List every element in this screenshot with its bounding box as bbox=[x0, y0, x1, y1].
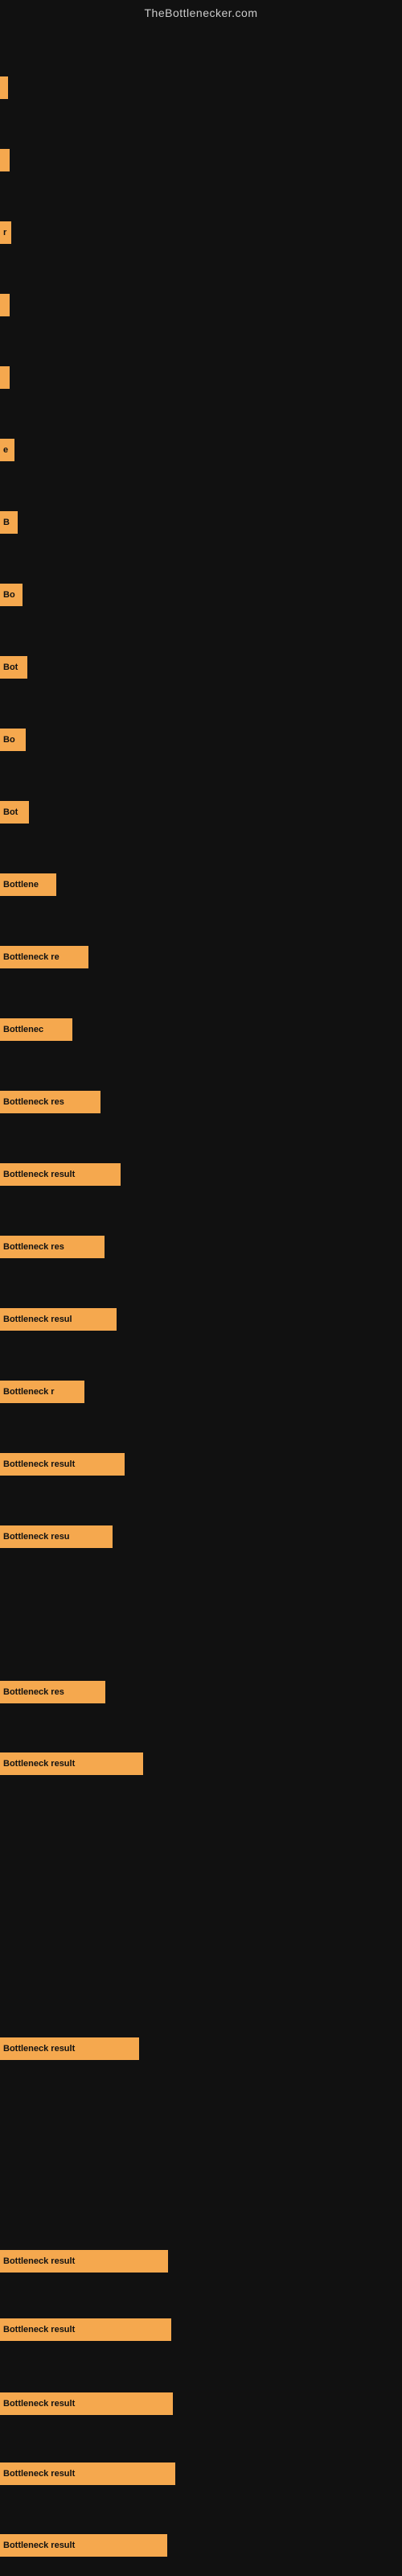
bar-fill-5 bbox=[0, 366, 10, 389]
bar-fill-11: Bot bbox=[0, 801, 29, 824]
bar-fill-27: Bottleneck result bbox=[0, 2392, 173, 2415]
bar-label-28: Bottleneck result bbox=[3, 2469, 75, 2479]
bar-label-13: Bottleneck re bbox=[3, 952, 59, 962]
bar-label-9: Bot bbox=[3, 663, 18, 672]
bar-fill-8: Bo bbox=[0, 584, 23, 606]
bar-label-25: Bottleneck result bbox=[3, 2256, 75, 2266]
bar-label-22: Bottleneck res bbox=[3, 1687, 64, 1697]
bar-label-19: Bottleneck r bbox=[3, 1387, 55, 1397]
bar-fill-13: Bottleneck re bbox=[0, 946, 88, 968]
bar-item-1 bbox=[0, 76, 8, 99]
bar-label-20: Bottleneck result bbox=[3, 1459, 75, 1469]
bar-item-24: Bottleneck result bbox=[0, 2037, 139, 2060]
bar-item-5 bbox=[0, 366, 10, 389]
bar-fill-25: Bottleneck result bbox=[0, 2250, 168, 2273]
bar-item-20: Bottleneck result bbox=[0, 1453, 125, 1476]
bar-label-15: Bottleneck res bbox=[3, 1097, 64, 1107]
bar-item-23: Bottleneck result bbox=[0, 1752, 143, 1775]
bar-fill-20: Bottleneck result bbox=[0, 1453, 125, 1476]
bar-fill-29: Bottleneck result bbox=[0, 2534, 167, 2557]
bar-fill-28: Bottleneck result bbox=[0, 2462, 175, 2485]
bar-item-6: e bbox=[0, 439, 14, 461]
bar-fill-6: e bbox=[0, 439, 14, 461]
bar-item-11: Bot bbox=[0, 801, 29, 824]
bar-item-3: r bbox=[0, 221, 11, 244]
bar-item-9: Bot bbox=[0, 656, 27, 679]
bar-item-13: Bottleneck re bbox=[0, 946, 88, 968]
bar-label-7: B bbox=[3, 518, 10, 527]
bar-item-21: Bottleneck resu bbox=[0, 1525, 113, 1548]
bar-fill-12: Bottlene bbox=[0, 873, 56, 896]
bar-label-27: Bottleneck result bbox=[3, 2399, 75, 2409]
bar-label-12: Bottlene bbox=[3, 880, 39, 890]
bar-label-17: Bottleneck res bbox=[3, 1242, 64, 1252]
bar-item-28: Bottleneck result bbox=[0, 2462, 175, 2485]
bar-fill-10: Bo bbox=[0, 729, 26, 751]
bar-fill-2 bbox=[0, 149, 10, 171]
bar-item-29: Bottleneck result bbox=[0, 2534, 167, 2557]
bar-item-26: Bottleneck result bbox=[0, 2318, 171, 2341]
bar-fill-15: Bottleneck res bbox=[0, 1091, 100, 1113]
bar-label-23: Bottleneck result bbox=[3, 1759, 75, 1769]
bar-fill-22: Bottleneck res bbox=[0, 1681, 105, 1703]
bar-item-10: Bo bbox=[0, 729, 26, 751]
bar-item-27: Bottleneck result bbox=[0, 2392, 173, 2415]
bar-label-16: Bottleneck result bbox=[3, 1170, 75, 1179]
bar-fill-26: Bottleneck result bbox=[0, 2318, 171, 2341]
bar-label-3: r bbox=[3, 228, 6, 237]
bar-item-19: Bottleneck r bbox=[0, 1381, 84, 1403]
bar-label-6: e bbox=[3, 445, 8, 455]
bar-label-18: Bottleneck resul bbox=[3, 1315, 72, 1324]
bar-item-12: Bottlene bbox=[0, 873, 56, 896]
bar-label-24: Bottleneck result bbox=[3, 2044, 75, 2054]
bar-label-11: Bot bbox=[3, 807, 18, 817]
bar-item-7: B bbox=[0, 511, 18, 534]
site-title: TheBottlenecker.com bbox=[0, 0, 402, 23]
bar-fill-23: Bottleneck result bbox=[0, 1752, 143, 1775]
bar-item-2 bbox=[0, 149, 10, 171]
bar-item-4 bbox=[0, 294, 10, 316]
bar-fill-3: r bbox=[0, 221, 11, 244]
bar-fill-16: Bottleneck result bbox=[0, 1163, 121, 1186]
bar-item-17: Bottleneck res bbox=[0, 1236, 105, 1258]
bar-label-26: Bottleneck result bbox=[3, 2325, 75, 2334]
bar-label-29: Bottleneck result bbox=[3, 2541, 75, 2550]
bar-item-8: Bo bbox=[0, 584, 23, 606]
bar-fill-4 bbox=[0, 294, 10, 316]
bar-fill-14: Bottlenec bbox=[0, 1018, 72, 1041]
chart-area: TheBottlenecker.com r e B Bo Bot Bo Bot Bottlen… bbox=[0, 0, 402, 2576]
bar-fill-18: Bottleneck resul bbox=[0, 1308, 117, 1331]
bar-item-22: Bottleneck res bbox=[0, 1681, 105, 1703]
bar-fill-21: Bottleneck resu bbox=[0, 1525, 113, 1548]
bar-item-16: Bottleneck result bbox=[0, 1163, 121, 1186]
bar-fill-17: Bottleneck res bbox=[0, 1236, 105, 1258]
bar-fill-1 bbox=[0, 76, 8, 99]
bar-fill-9: Bot bbox=[0, 656, 27, 679]
bar-fill-24: Bottleneck result bbox=[0, 2037, 139, 2060]
bar-label-10: Bo bbox=[3, 735, 15, 745]
bar-item-25: Bottleneck result bbox=[0, 2250, 168, 2273]
bar-item-18: Bottleneck resul bbox=[0, 1308, 117, 1331]
bar-label-8: Bo bbox=[3, 590, 15, 600]
bar-item-15: Bottleneck res bbox=[0, 1091, 100, 1113]
bar-label-14: Bottlenec bbox=[3, 1025, 43, 1034]
bar-label-21: Bottleneck resu bbox=[3, 1532, 70, 1542]
bar-item-14: Bottlenec bbox=[0, 1018, 72, 1041]
bar-fill-7: B bbox=[0, 511, 18, 534]
bar-fill-19: Bottleneck r bbox=[0, 1381, 84, 1403]
